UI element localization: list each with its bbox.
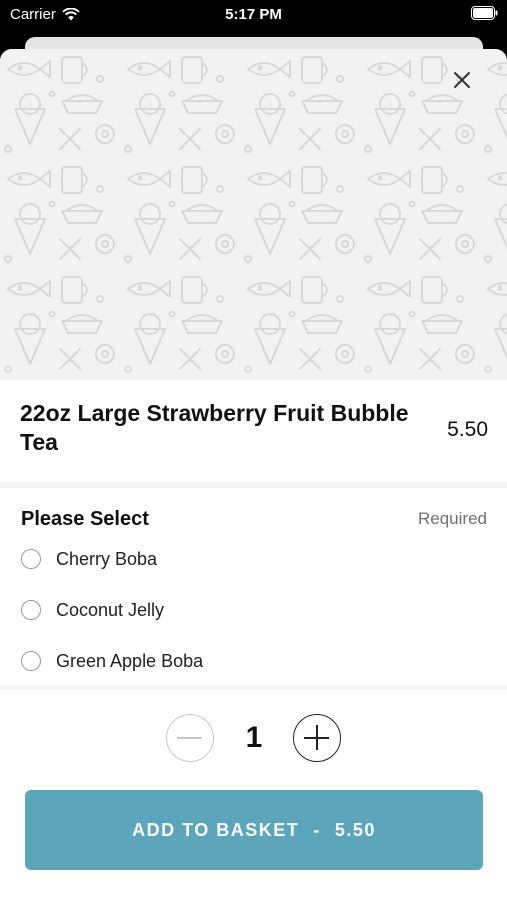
divider [0, 482, 507, 488]
food-pattern [0, 49, 507, 380]
option-label: Coconut Jelly [56, 599, 165, 620]
item-title: 22oz Large Strawberry Fruit Bubble Tea [20, 400, 409, 455]
add-to-basket-price: 5.50 [334, 819, 376, 840]
quantity-value: 1 [245, 721, 263, 754]
status-bar: Carrier 5:17 PM [0, 0, 507, 30]
option-label: Cherry Boba [56, 548, 158, 569]
item-sheet: 22oz Large Strawberry Fruit Bubble Tea 5… [0, 49, 507, 900]
item-header: 22oz Large Strawberry Fruit Bubble Tea 5… [0, 380, 507, 484]
option-cherry-boba[interactable]: Cherry Boba [21, 544, 157, 574]
add-to-basket-button[interactable]: ADD TO BASKET - 5.50 [25, 790, 483, 870]
option-green-apple-boba[interactable]: Green Apple Boba [21, 646, 203, 676]
add-to-basket-label: ADD TO BASKET [132, 819, 300, 840]
divider [0, 685, 507, 690]
option-coconut-jelly[interactable]: Coconut Jelly [21, 595, 164, 625]
radio-button[interactable] [21, 600, 41, 620]
option-label: Green Apple Boba [56, 650, 204, 671]
status-time: 5:17 PM [225, 6, 282, 23]
item-image [0, 49, 507, 380]
item-price: 5.50 [447, 418, 488, 441]
close-button[interactable] [451, 69, 473, 91]
minus-icon [177, 737, 202, 739]
add-to-basket-separator: - [313, 819, 321, 840]
option-group-heading: Please Select [21, 508, 149, 530]
radio-button[interactable] [21, 651, 41, 671]
close-icon [454, 72, 470, 88]
decrease-quantity-button[interactable] [166, 714, 214, 762]
required-label: Required [418, 509, 487, 528]
increase-quantity-button[interactable] [293, 714, 341, 762]
plus-icon-vertical [316, 725, 318, 750]
quantity-stepper: 1 [0, 713, 507, 763]
radio-button[interactable] [21, 549, 41, 569]
battery-icon [471, 6, 498, 24]
